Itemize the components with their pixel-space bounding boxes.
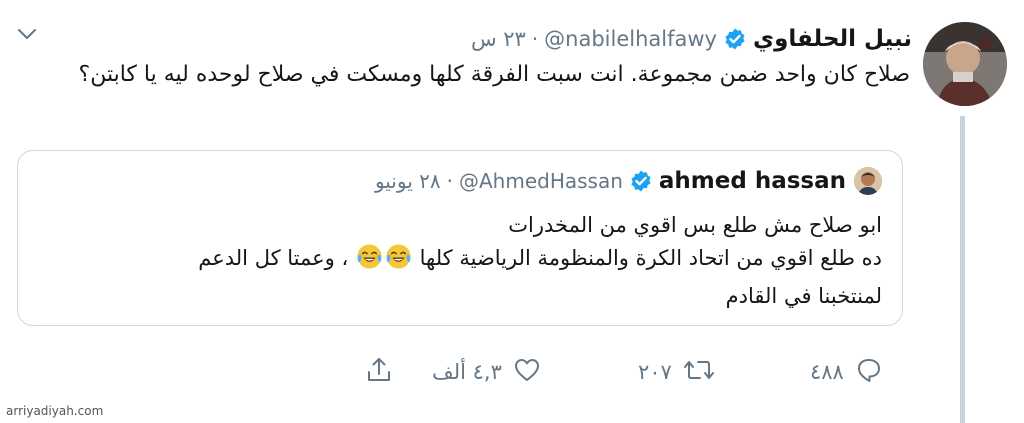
quoted-text-line-2-start: ده طلع اقوي من اتحاد الكرة والمنظومة الر… bbox=[419, 246, 882, 270]
share-icon bbox=[364, 355, 394, 389]
tweet-timestamp[interactable]: ٢٣ س bbox=[471, 27, 526, 51]
retweet-count: ٢٠٧ bbox=[638, 360, 672, 384]
verified-badge-icon bbox=[723, 27, 747, 51]
author-handle[interactable]: @nabilelhalfawy bbox=[544, 27, 717, 51]
separator-dot: · bbox=[531, 27, 539, 51]
heart-icon bbox=[512, 355, 542, 389]
quoted-text-line-1: ابو صلاح مش طلع بس اقوي من المخدرات bbox=[508, 213, 882, 237]
quoted-text-line-2: ده طلع اقوي من اتحاد الكرة والمنظومة الر… bbox=[42, 242, 882, 280]
quoted-tweet-card[interactable]: ahmed hassan @AhmedHassan · ٢٨ يونيو ابو… bbox=[17, 150, 903, 326]
quoted-tweet-timestamp: ٢٨ يونيو bbox=[374, 169, 441, 193]
tears-of-joy-emoji bbox=[356, 243, 383, 280]
quoted-author-handle: @AhmedHassan bbox=[458, 169, 623, 193]
share-button[interactable] bbox=[364, 352, 394, 392]
quoted-tweet-text: ابو صلاح مش طلع بس اقوي من المخدرات ده ط… bbox=[42, 209, 882, 313]
quoted-text-line-2-end: ، وعمتا كل الدعم bbox=[198, 246, 349, 270]
quoted-author-name: ahmed hassan bbox=[658, 168, 846, 194]
chevron-down-icon[interactable] bbox=[16, 26, 38, 46]
author-avatar[interactable] bbox=[923, 22, 1007, 106]
verified-badge-icon bbox=[629, 169, 653, 193]
reply-icon bbox=[854, 355, 884, 389]
retweet-button[interactable]: ٢٠٧ bbox=[638, 352, 716, 392]
tears-of-joy-emoji bbox=[385, 243, 412, 280]
tweet-text: صلاح كان واحد ضمن مجموعة. انت سبت الفرقة… bbox=[78, 62, 910, 87]
site-watermark: arriyadiyah.com bbox=[6, 404, 104, 418]
author-name[interactable]: نبيل الحلفاوي bbox=[753, 26, 912, 52]
tweet-header: نبيل الحلفاوي @nabilelhalfawy · ٢٣ س bbox=[471, 24, 912, 54]
tweet-actions: ٤٨٨ ٢٠٧ ٤,٣ ألف bbox=[0, 352, 1024, 392]
separator-dot: · bbox=[446, 169, 453, 193]
like-count: ٤,٣ ألف bbox=[432, 360, 502, 384]
retweet-icon bbox=[682, 355, 716, 389]
quoted-tweet-header: ahmed hassan @AhmedHassan · ٢٨ يونيو bbox=[375, 167, 882, 195]
quoted-author-avatar bbox=[854, 167, 882, 195]
like-button[interactable]: ٤,٣ ألف bbox=[432, 352, 542, 392]
reply-count: ٤٨٨ bbox=[810, 360, 844, 384]
quoted-text-line-3: لمنتخبنا في القادم bbox=[725, 284, 882, 308]
reply-button[interactable]: ٤٨٨ bbox=[810, 352, 884, 392]
